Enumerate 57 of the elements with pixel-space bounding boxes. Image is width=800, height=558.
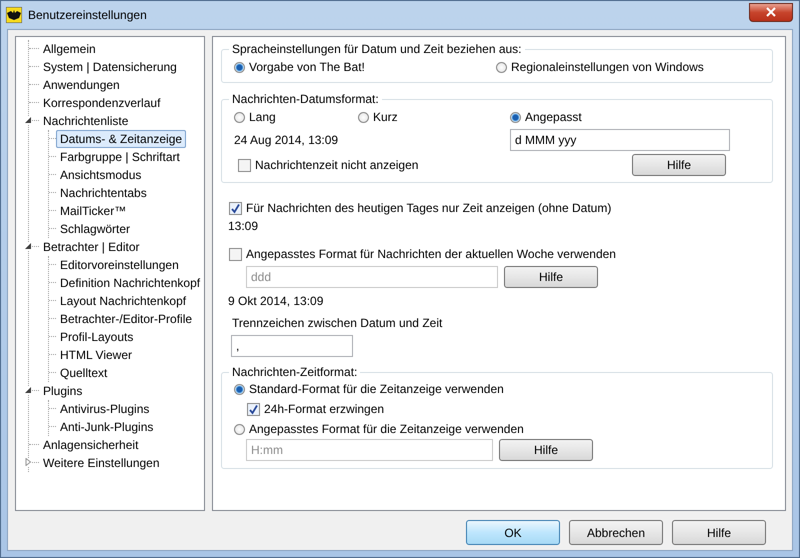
tree-item[interactable]: Weitere Einstellungen bbox=[39, 454, 164, 472]
dialog-button[interactable]: Hilfe bbox=[672, 520, 766, 545]
date-preview: 24 Aug 2014, 13:09 bbox=[234, 133, 340, 147]
tree-item[interactable]: Ansichtsmodus bbox=[56, 166, 146, 184]
tree-item[interactable]: Datums- & Zeitanzeige bbox=[56, 130, 186, 148]
radio-option[interactable]: Lang bbox=[234, 108, 358, 126]
radio-option[interactable]: Standard-Format für die Zeitanzeige verwenden bbox=[234, 379, 764, 399]
dialog-button[interactable]: Abbrechen bbox=[569, 520, 663, 545]
tree-item[interactable]: Schlagwörter bbox=[56, 220, 134, 238]
tree-item[interactable]: Betrachter | Editor bbox=[39, 238, 144, 256]
close-icon bbox=[766, 7, 776, 17]
tree-item[interactable]: HTML Viewer bbox=[56, 346, 136, 364]
radio-option[interactable]: Vorgabe von The Bat! bbox=[234, 58, 496, 76]
tree-item[interactable]: Layout Nachrichtenkopf bbox=[56, 292, 190, 310]
tree-item[interactable]: Korrespondenzverlauf bbox=[39, 94, 164, 112]
checkbox-option[interactable]: 24h-Format erzwingen bbox=[247, 399, 764, 419]
bat-logo-icon bbox=[6, 7, 22, 23]
close-button[interactable] bbox=[749, 2, 793, 22]
tree-item[interactable]: Profil-Layouts bbox=[56, 328, 138, 346]
tree-item[interactable]: Allgemein bbox=[39, 40, 100, 58]
tree-item[interactable]: Plugins bbox=[39, 382, 86, 400]
tree-item[interactable]: Anlagensicherheit bbox=[39, 436, 142, 454]
tree-item[interactable]: Editorvoreinstellungen bbox=[56, 256, 183, 274]
format-field[interactable]: d MMM yyy bbox=[510, 129, 730, 151]
tree-item[interactable]: Definition Nachrichtenkopf bbox=[56, 274, 204, 292]
help-button[interactable]: Hilfe bbox=[504, 266, 598, 288]
tree-item[interactable]: Nachrichtenliste bbox=[39, 112, 132, 130]
field-label: Trennzeichen zwischen Datum und Zeit bbox=[232, 316, 442, 330]
tree-item[interactable]: Antivirus-Plugins bbox=[56, 400, 154, 418]
date-preview: 9 Okt 2014, 13:09 bbox=[228, 294, 324, 308]
help-button[interactable]: Hilfe bbox=[499, 439, 593, 461]
group-title: Spracheinstellungen für Datum und Zeit beziehen aus: bbox=[231, 42, 523, 56]
checkmark-icon bbox=[248, 404, 259, 414]
dialog-button[interactable]: OK bbox=[466, 520, 560, 545]
time-preview: 13:09 bbox=[228, 219, 258, 233]
separator-field[interactable]: , bbox=[231, 335, 353, 357]
checkmark-icon bbox=[230, 202, 241, 214]
checkbox-option[interactable]: Nachrichtenzeit nicht anzeigen bbox=[238, 156, 510, 174]
tree-item[interactable]: Farbgruppe | Schriftart bbox=[56, 148, 184, 166]
checkbox-option[interactable]: Für Nachrichten des heutigen Tages nur Zeit anzeigen (ohne Datum) bbox=[229, 199, 612, 217]
tree-item[interactable]: Nachrichtentabs bbox=[56, 184, 151, 202]
window-title: Benutzereinstellungen bbox=[28, 8, 148, 22]
radio-option[interactable]: Angepasst bbox=[510, 108, 730, 126]
help-button[interactable]: Hilfe bbox=[632, 154, 726, 176]
radio-option[interactable]: Angepasstes Format für die Zeitanzeige verwenden bbox=[234, 419, 764, 439]
group-title: Nachrichten-Zeitformat: bbox=[231, 365, 358, 379]
group-title: Nachrichten-Datumsformat: bbox=[231, 92, 380, 106]
tree-item[interactable]: System | Datensicherung bbox=[39, 58, 181, 76]
tree-item[interactable]: Quelltext bbox=[56, 364, 112, 382]
radio-option[interactable]: Regionaleinstellungen von Windows bbox=[496, 58, 704, 76]
checkbox-option[interactable]: Angepasstes Format für Nachrichten der aktuellen Woche verwenden bbox=[229, 245, 616, 263]
tree-item[interactable]: Anti-Junk-Plugins bbox=[56, 418, 158, 436]
radio-option[interactable]: Kurz bbox=[358, 108, 510, 126]
collapsed-triangle-icon[interactable] bbox=[24, 458, 32, 466]
tree-item[interactable]: Betrachter-/Editor-Profile bbox=[56, 310, 196, 328]
tree-item[interactable]: Anwendungen bbox=[39, 76, 124, 94]
tree-item[interactable]: MailTicker™ bbox=[56, 202, 130, 220]
